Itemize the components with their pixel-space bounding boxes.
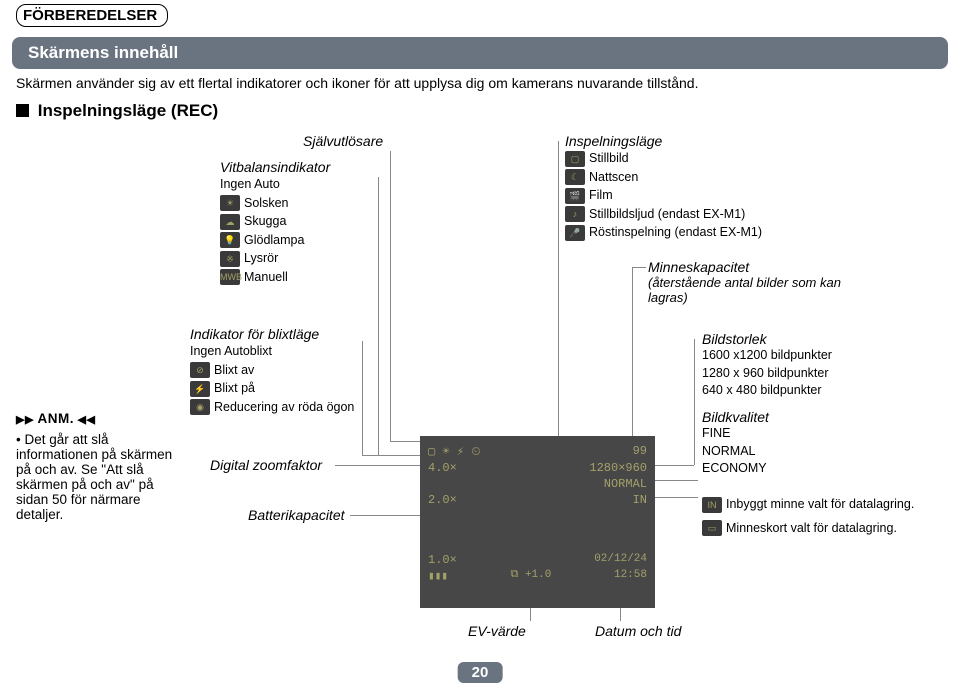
- lcd-screen: ▢ ☀ ⚡ ⏲ 99 4.0× 1280×960 NORMAL 2.0× IN …: [420, 436, 655, 608]
- leader-line: [362, 341, 363, 455]
- ev-value-label: EV-värde: [468, 623, 526, 639]
- leader-line: [335, 465, 420, 466]
- lcd-zoom-max: 4.0×: [428, 461, 457, 475]
- note-body: • Det går att slå informationen på skärm…: [16, 432, 186, 522]
- leader-line: [654, 480, 698, 481]
- note-icon: ♪: [565, 206, 585, 222]
- size-640: 640 x 480 bildpunkter: [702, 382, 922, 400]
- leader-line: [530, 606, 531, 621]
- internal-memory-icon: IN: [702, 497, 722, 513]
- wb-item-sun: ☀Solsken: [220, 195, 400, 213]
- flash-item-redeye: ◉Reducering av röda ögon: [190, 399, 390, 417]
- rec-mode-title: Inspelningsläge: [565, 133, 815, 149]
- film-icon: 🎬: [565, 188, 585, 204]
- moon-icon: ☾: [565, 169, 585, 185]
- quality-normal: NORMAL: [702, 443, 902, 461]
- white-balance-title: Vitbalansindikator: [220, 159, 400, 175]
- memory-cap-subtitle: (återstående antal bilder som kan lagras…: [648, 275, 868, 305]
- lcd-date: 02/12/24: [594, 553, 647, 567]
- wb-item-manual: MWBManuell: [220, 269, 400, 287]
- flash-item-auto: Ingen Autoblixt: [190, 343, 390, 361]
- flash-item-off: ⊘Blixt av: [190, 362, 390, 380]
- lcd-battery-icon: ▮▮▮: [428, 569, 448, 583]
- leader-line: [654, 465, 694, 466]
- wb-item-auto: Ingen Auto: [220, 176, 400, 194]
- fluorescent-icon: ※: [220, 251, 240, 267]
- lcd-memory-icon: IN: [633, 493, 647, 507]
- memory-cap-title: Minneskapacitet: [648, 259, 868, 275]
- rec-still-audio: ♪Stillbildsljud (endast EX-M1): [565, 206, 815, 224]
- battery-label: Batterikapacitet: [248, 507, 345, 523]
- flash-item-on: ⚡Blixt på: [190, 380, 390, 398]
- memory-card-icon: ▭: [702, 520, 722, 536]
- lcd-zoom-min: 1.0×: [428, 553, 457, 567]
- self-timer-label: Självutlösare: [303, 133, 383, 149]
- bulb-icon: 💡: [220, 232, 240, 248]
- storage-internal: INInbyggt minne valt för datalagring.: [702, 496, 932, 514]
- page-heading: FÖRBEREDELSER: [16, 4, 168, 27]
- quality-title: Bildkvalitet: [702, 409, 902, 425]
- leader-line: [632, 267, 633, 447]
- intro-text: Skärmen använder sig av ett flertal indi…: [16, 75, 944, 91]
- leader-line: [654, 497, 698, 498]
- lcd-zoom-mid: 2.0×: [428, 493, 457, 507]
- leader-line: [694, 339, 695, 465]
- quality-economy: ECONOMY: [702, 460, 902, 478]
- datetime-label: Datum och tid: [595, 623, 681, 639]
- leader-line: [620, 606, 621, 621]
- storage-card: ▭Minneskort valt för datalagring.: [702, 520, 932, 538]
- mwb-icon: MWB: [220, 269, 240, 285]
- lcd-rec-mode-icon: ▢ ☀ ⚡ ⏲: [428, 444, 481, 459]
- lcd-ev-icon: ⧉: [510, 569, 518, 581]
- rec-still: ▢Stillbild: [565, 150, 815, 168]
- flash-title: Indikator för blixtläge: [190, 326, 390, 342]
- lcd-resolution: 1280×960: [589, 461, 647, 475]
- cloud-icon: ☁: [220, 214, 240, 230]
- size-1280: 1280 x 960 bildpunkter: [702, 365, 922, 383]
- quality-fine: FINE: [702, 425, 902, 443]
- size-1600: 1600 x1200 bildpunkter: [702, 347, 922, 365]
- rec-voice: 🎤Röstinspelning (endast EX-M1): [565, 224, 815, 242]
- leader-line: [558, 141, 559, 441]
- leader-line: [362, 455, 424, 456]
- wb-item-shade: ☁Skugga: [220, 213, 400, 231]
- section-title: Skärmens innehåll: [12, 37, 948, 69]
- flash-off-icon: ⊘: [190, 362, 210, 378]
- wb-item-fluorescent: ※Lysrör: [220, 250, 400, 268]
- note-heading: ANM.: [16, 411, 186, 426]
- mic-icon: 🎤: [565, 225, 585, 241]
- wb-item-incandescent: 💡Glödlampa: [220, 232, 400, 250]
- still-icon: ▢: [565, 151, 585, 167]
- lcd-quality: NORMAL: [604, 477, 647, 491]
- digital-zoom-label: Digital zoomfaktor: [210, 457, 322, 473]
- rec-night: ☾Nattscen: [565, 169, 815, 187]
- lcd-time: 12:58: [614, 569, 647, 583]
- redeye-icon: ◉: [190, 399, 210, 415]
- leader-line: [632, 267, 646, 268]
- sun-icon: ☀: [220, 195, 240, 211]
- sub-heading: Inspelningsläge (REC): [16, 101, 960, 121]
- sub-heading-text: Inspelningsläge (REC): [38, 101, 218, 120]
- lcd-counter: 99: [633, 444, 647, 459]
- page-number: 20: [458, 662, 503, 683]
- image-size-title: Bildstorlek: [702, 331, 922, 347]
- rec-movie: 🎬Film: [565, 187, 815, 205]
- lcd-ev-value: +1.0: [525, 569, 551, 581]
- flash-on-icon: ⚡: [190, 381, 210, 397]
- bullet-square: [16, 104, 29, 117]
- leader-line: [350, 515, 425, 516]
